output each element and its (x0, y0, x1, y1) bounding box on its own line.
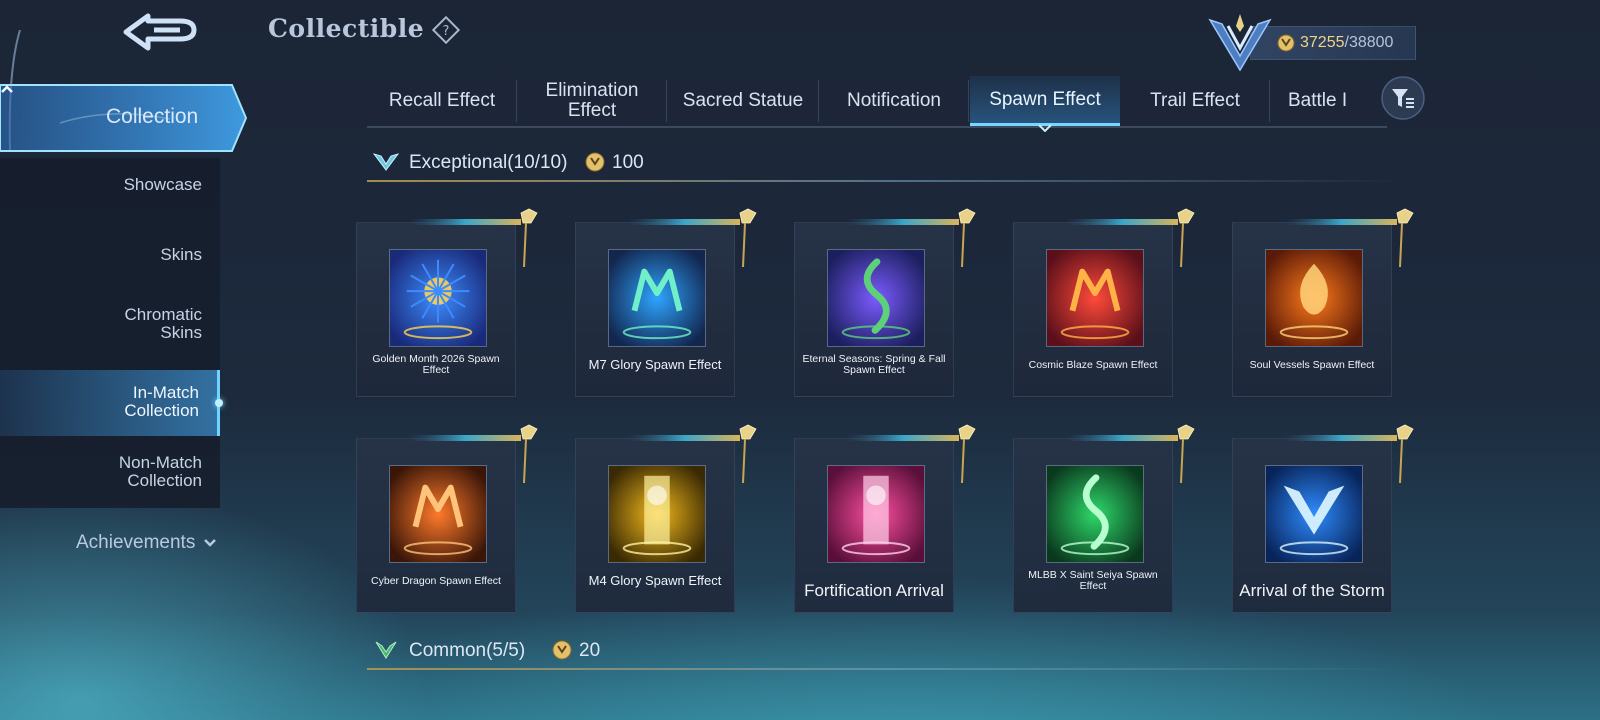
tab-caret-icon (1038, 124, 1052, 132)
coin-icon (585, 152, 605, 172)
active-indicator (215, 399, 223, 407)
collection-label: Collection (106, 105, 199, 128)
page-title: Collectible (268, 14, 425, 43)
item-card[interactable]: Cyber Dragon Spawn Effect (356, 424, 538, 613)
item-name: Cosmic Blaze Spawn Effect (1028, 358, 1158, 371)
achievements-menu-button[interactable]: Achievements (76, 532, 217, 554)
item-name: Fortification Arrival (804, 581, 944, 600)
item-card[interactable]: MLBB X Saint Seiya Spawn Effect (1013, 424, 1195, 613)
collection-submenu: Showcase Skins Chromatic Skins In-Match … (0, 158, 223, 508)
rank-emblem-icon (1206, 6, 1274, 74)
item-thumbnail (827, 249, 925, 347)
section-divider (367, 180, 1407, 182)
rarity-gem-icon (373, 153, 399, 171)
chevron-up-icon (1, 85, 13, 93)
currency-current: 37255 (1300, 34, 1345, 51)
sidebar-item-skins[interactable]: Skins (0, 246, 220, 266)
item-name: Arrival of the Storm (1239, 581, 1385, 600)
section-name: Exceptional(10/10) (409, 152, 568, 173)
tab-notification[interactable]: Notification (819, 76, 969, 126)
help-icon[interactable]: ? (431, 15, 461, 45)
item-thumbnail (608, 249, 706, 347)
item-card[interactable]: Fortification Arrival (794, 424, 976, 613)
sidebar-item-in-match-collection[interactable]: In-Match Collection (0, 370, 223, 436)
item-thumbnail (827, 465, 925, 563)
rarity-gem-icon (375, 641, 397, 659)
tab-label: Spawn Effect (989, 88, 1101, 110)
item-card[interactable]: Soul Vessels Spawn Effect (1232, 208, 1414, 397)
item-card[interactable]: Cosmic Blaze Spawn Effect (1013, 208, 1195, 397)
item-name: Golden Month 2026 Spawn Effect (372, 353, 500, 376)
item-thumbnail (1265, 465, 1363, 563)
chevron-down-icon (204, 539, 217, 547)
item-name: Eternal Seasons: Spring & Fall Spawn Eff… (802, 353, 946, 376)
coin-icon (1277, 34, 1295, 52)
section-price: 100 (612, 152, 644, 173)
back-button[interactable] (118, 8, 204, 54)
item-name: MLBB X Saint Seiya Spawn Effect (1028, 569, 1158, 592)
item-name: Cyber Dragon Spawn Effect (371, 574, 501, 587)
filter-icon (1381, 76, 1425, 120)
item-name: M4 Glory Spawn Effect (588, 573, 722, 588)
section-name: Common(5/5) (409, 640, 526, 661)
sidebar-item-showcase[interactable]: Showcase (0, 176, 220, 196)
tab-trail-effect[interactable]: Trail Effect (1120, 76, 1270, 126)
sidebar-item-label: Chromatic Skins (124, 305, 202, 342)
item-thumbnail (1046, 465, 1144, 563)
section-divider (367, 668, 1407, 670)
section-price: 20 (579, 640, 601, 661)
item-card[interactable]: Arrival of the Storm (1232, 424, 1414, 613)
item-card[interactable]: Golden Month 2026 Spawn Effect (356, 208, 538, 397)
tab-battle[interactable]: Battle I (1270, 76, 1388, 126)
tab-spawn-effect[interactable]: Spawn Effect (970, 76, 1120, 132)
section-header-common: Common(5/5) 20 (367, 634, 1407, 670)
item-name: Soul Vessels Spawn Effect (1249, 358, 1375, 371)
tab-label: Elimination Effect (545, 80, 639, 121)
sidebar-item-non-match-collection[interactable]: Non-Match Collection (0, 454, 220, 494)
sidebar-item-label: Non-Match Collection (118, 453, 202, 490)
section-header-exceptional: Exceptional(10/10) 100 (367, 146, 1407, 182)
item-thumbnail (389, 465, 487, 563)
currency-max: 38800 (1348, 34, 1394, 51)
category-tabs: Recall Effect Elimination Effect Sacred … (367, 76, 1388, 132)
item-card[interactable]: M4 Glory Spawn Effect (575, 424, 757, 613)
tab-elimination-effect[interactable]: Elimination Effect (517, 76, 667, 126)
item-thumbnail (608, 465, 706, 563)
tab-recall-effect[interactable]: Recall Effect (367, 76, 517, 126)
sidebar-item-chromatic-skins[interactable]: Chromatic Skins (0, 306, 220, 346)
back-arrow-icon (123, 13, 197, 51)
currency-counter: 37255/38800 (1250, 26, 1416, 60)
svg-text:?: ? (443, 24, 450, 39)
filter-button[interactable] (1380, 75, 1426, 121)
item-thumbnail (1046, 249, 1144, 347)
sidebar-item-label: In-Match Collection (124, 383, 199, 420)
coin-icon (552, 640, 572, 660)
item-card[interactable]: Eternal Seasons: Spring & Fall Spawn Eff… (794, 208, 976, 397)
collection-menu-button[interactable]: Collection (0, 83, 248, 153)
item-card[interactable]: M7 Glory Spawn Effect (575, 208, 757, 397)
item-name: M7 Glory Spawn Effect (588, 357, 722, 372)
item-thumbnail (1265, 249, 1363, 347)
item-thumbnail (389, 249, 487, 347)
achievements-label: Achievements (76, 532, 196, 553)
tab-sacred-statue[interactable]: Sacred Statue (667, 76, 819, 126)
